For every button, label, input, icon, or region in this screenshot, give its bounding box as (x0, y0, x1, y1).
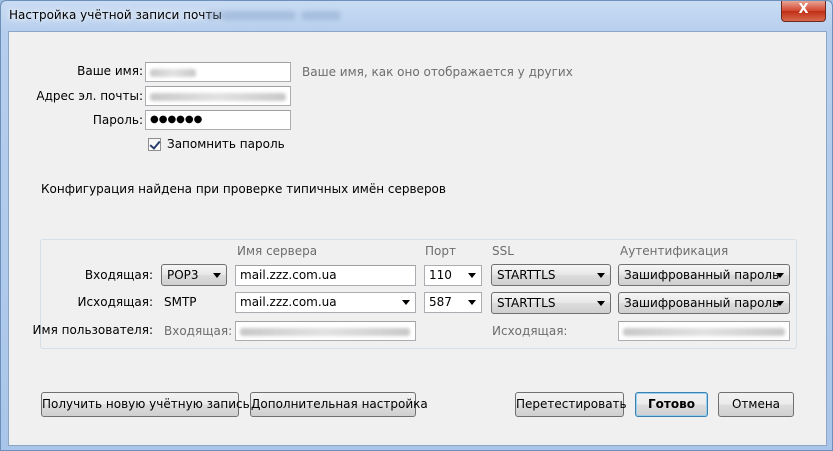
header-ssl: SSL (492, 244, 514, 258)
incoming-username-redacted (240, 327, 410, 336)
incoming-port-combo[interactable]: 110 (424, 265, 482, 286)
email-label: Адрес эл. почты: (36, 89, 143, 103)
window-title: Настройка учётной записи почты (9, 8, 222, 22)
new-account-button[interactable]: Получить новую учётную запись (41, 392, 250, 417)
outgoing-label: Исходящая: (77, 295, 153, 309)
email-field[interactable] (145, 86, 291, 106)
retest-button[interactable]: Перетестировать (515, 392, 627, 417)
chevron-down-icon (776, 301, 784, 306)
chevron-down-icon (402, 300, 410, 305)
username-label: Имя пользователя: (32, 323, 153, 337)
outgoing-port-value: 587 (429, 295, 452, 309)
chevron-down-icon (597, 301, 605, 306)
chevron-down-icon (776, 273, 784, 278)
advanced-config-button[interactable]: Дополнительная настройка (250, 392, 428, 417)
remember-password-label[interactable]: Запомнить пароль (167, 137, 285, 151)
close-icon[interactable]: X (781, 1, 826, 22)
incoming-ssl-select[interactable]: STARTTLS (491, 264, 611, 286)
chevron-down-icon (597, 273, 605, 278)
incoming-server-input[interactable]: mail.zzz.com.ua (235, 265, 416, 286)
outgoing-protocol: SMTP (164, 295, 197, 309)
outgoing-server-value: mail.zzz.com.ua (240, 295, 337, 309)
outgoing-ssl-value: STARTTLS (497, 296, 556, 310)
title-bar-blurred-text (206, 11, 296, 20)
incoming-protocol-select[interactable]: POP3 (161, 264, 227, 286)
outgoing-port-combo[interactable]: 587 (424, 292, 482, 313)
outgoing-auth-value: Зашифрованный пароль (624, 296, 780, 310)
outgoing-username-input[interactable] (618, 321, 790, 341)
done-button[interactable]: Готово (635, 392, 708, 417)
incoming-protocol-value: POP3 (167, 268, 199, 282)
password-label: Пароль: (92, 113, 143, 127)
name-field-redacted (150, 68, 196, 77)
password-field[interactable]: ●●●●●● (145, 110, 291, 130)
incoming-label: Входящая: (84, 268, 153, 282)
email-field-redacted (150, 92, 286, 101)
cancel-button[interactable]: Отмена (718, 392, 794, 417)
title-bar-blurred-text-2 (301, 11, 341, 20)
incoming-port-value: 110 (429, 268, 452, 282)
incoming-auth-select[interactable]: Зашифрованный пароль (618, 264, 790, 286)
incoming-username-input[interactable] (235, 321, 416, 341)
checkmark-icon (149, 138, 161, 150)
username-outgoing-label: Исходящая: (492, 324, 568, 338)
outgoing-ssl-select[interactable]: STARTTLS (491, 292, 611, 314)
name-field[interactable] (145, 62, 291, 82)
outgoing-server-combo[interactable]: mail.zzz.com.ua (235, 292, 416, 313)
outgoing-auth-select[interactable]: Зашифрованный пароль (618, 292, 790, 314)
header-server-name: Имя сервера (237, 244, 318, 258)
incoming-auth-value: Зашифрованный пароль (624, 268, 780, 282)
remember-password-checkbox[interactable] (148, 138, 161, 151)
chevron-down-icon (468, 273, 476, 278)
name-hint: Ваше имя, как оно отображается у других (302, 65, 573, 79)
account-setup-window: Настройка учётной записи почты X Ваше им… (0, 0, 833, 451)
header-port: Порт (425, 244, 456, 258)
header-auth: Аутентификация (620, 244, 729, 258)
chevron-down-icon (468, 300, 476, 305)
status-message: Конфигурация найдена при проверке типичн… (41, 182, 446, 196)
outgoing-username-redacted (623, 327, 785, 336)
username-incoming-label: Входящая: (164, 324, 233, 338)
incoming-ssl-value: STARTTLS (497, 268, 556, 282)
dialog-body: Ваше имя: Ваше имя, как оно отображается… (8, 31, 827, 446)
chevron-down-icon (213, 273, 221, 278)
name-label: Ваше имя: (77, 64, 143, 78)
title-bar[interactable]: Настройка учётной записи почты X (1, 1, 832, 31)
